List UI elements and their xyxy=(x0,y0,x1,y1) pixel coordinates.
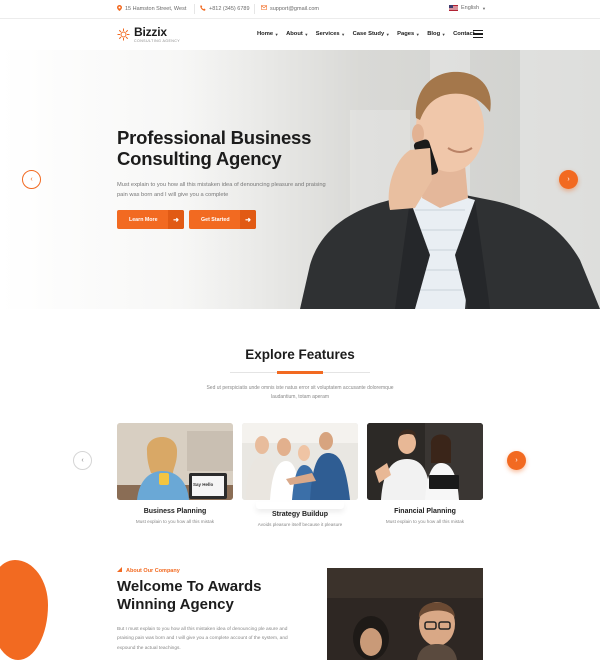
envelope-icon xyxy=(260,5,268,12)
chevron-down-icon: ▼ xyxy=(415,31,420,37)
arrow-right-icon: ➜ xyxy=(168,210,184,229)
feature-card-title[interactable]: Financial Planning xyxy=(367,508,483,515)
features-subtitle: Sed ut perspiciatis unde omnis iste natu… xyxy=(206,385,394,400)
menu-icon[interactable] xyxy=(473,30,483,38)
chevron-down-icon: ▼ xyxy=(304,31,309,37)
business-planning-photo xyxy=(117,423,233,500)
hero-prev-button[interactable]: ‹ xyxy=(22,170,41,189)
learn-more-button[interactable]: Learn More ➜ xyxy=(117,210,184,229)
decorative-blob xyxy=(0,560,48,660)
email-text: support@gmail.com xyxy=(270,5,319,12)
nav-item-pages[interactable]: Pages ▼ xyxy=(397,31,420,37)
financial-planning-photo xyxy=(367,423,483,500)
top-bar: 15 Hamston Street, West +812 (345) 6789 … xyxy=(0,0,600,19)
features-title-underline xyxy=(230,371,370,374)
main-nav: Home ▼ About ▼ Services ▼ Case Study ▼ Pages… xyxy=(257,31,482,37)
team-photo xyxy=(327,568,483,660)
button-label: Learn More xyxy=(129,216,158,223)
nav-label: Case Study xyxy=(352,31,385,37)
us-flag-icon xyxy=(449,5,458,11)
chevron-left-icon: ‹ xyxy=(81,457,84,464)
phone-info[interactable]: +812 (345) 6789 xyxy=(200,5,250,13)
feature-card-text: Must explain to you how all this mistak xyxy=(385,519,465,524)
brand-name[interactable]: Bizzix xyxy=(134,25,167,39)
nav-item-contact[interactable]: Contact xyxy=(453,31,475,37)
strategy-buildup-photo xyxy=(242,423,358,500)
feature-card-title[interactable]: Business Planning xyxy=(117,508,233,515)
language-selector[interactable]: English ▼ xyxy=(449,5,486,11)
say-hello-badge: Say Hello xyxy=(193,482,214,487)
chevron-right-icon: › xyxy=(515,457,518,464)
hero-description: Must explain to you how all this mistake… xyxy=(117,182,326,198)
chevron-down-icon: ▼ xyxy=(341,31,346,37)
features-title: Explore Features xyxy=(245,347,355,362)
button-label: Get Started xyxy=(201,216,230,223)
chevron-down-icon: ▼ xyxy=(274,31,279,37)
feature-card-title[interactable]: Strategy Buildup xyxy=(242,511,358,518)
nav-label: Pages xyxy=(397,31,415,37)
nav-item-case-study[interactable]: Case Study ▼ xyxy=(353,31,390,37)
about-description: But I must explain to you how all this m… xyxy=(117,627,288,651)
hero-title: Professional Business Consulting Agency xyxy=(117,127,357,169)
features-prev-button[interactable]: ‹ xyxy=(73,451,92,470)
nav-item-services[interactable]: Services ▼ xyxy=(316,31,345,37)
phone-icon xyxy=(200,5,206,13)
hero-title-line1: Professional Business xyxy=(117,127,312,148)
main-header: Bizzix CONSULTING AGENCY Home ▼ About ▼ Se… xyxy=(0,19,600,50)
chevron-down-icon: ▼ xyxy=(385,31,390,37)
email-info[interactable]: support@gmail.com xyxy=(260,5,319,12)
nav-item-home[interactable]: Home ▼ xyxy=(257,31,279,37)
nav-label: About xyxy=(286,31,303,37)
features-next-button[interactable]: › xyxy=(507,451,526,470)
feature-card-image[interactable] xyxy=(367,423,483,500)
hero-next-button[interactable]: › xyxy=(559,170,578,189)
address-info: 15 Hamston Street, West xyxy=(117,5,186,13)
about-photo xyxy=(327,568,483,660)
chevron-left-icon: ‹ xyxy=(30,176,33,183)
nav-item-blog[interactable]: Blog ▼ xyxy=(427,31,445,37)
feature-card-text: Avoids pleasure itself because it pleasu… xyxy=(257,522,343,527)
feature-card-image[interactable] xyxy=(242,423,358,500)
chevron-down-icon: ▼ xyxy=(441,31,446,37)
about-title-line2: Winning Agency xyxy=(117,596,234,613)
nav-label: Contact xyxy=(453,31,475,37)
hero-businessman-image xyxy=(300,71,600,309)
about-kicker: About Our Company xyxy=(117,567,180,574)
phone-text: +812 (345) 6789 xyxy=(209,6,250,12)
nav-label: Services xyxy=(315,31,340,37)
chevron-right-icon: › xyxy=(567,176,570,183)
map-pin-icon xyxy=(117,5,122,13)
feature-card-image[interactable]: Say Hello xyxy=(117,423,233,500)
arrow-right-icon: ➜ xyxy=(240,210,256,229)
feature-card-text: Must explain to you how all this mistak xyxy=(135,519,215,524)
about-title: Welcome To Awards Winning Agency xyxy=(117,578,317,614)
chevron-down-icon: ▼ xyxy=(482,5,487,11)
hero-title-line2: Consulting Agency xyxy=(117,148,282,169)
brand-tagline: CONSULTING AGENCY xyxy=(134,38,181,43)
triangle-icon xyxy=(117,567,122,574)
nav-label: Home xyxy=(257,31,274,37)
about-kicker-text: About Our Company xyxy=(126,567,180,574)
address-text: 15 Hamston Street, West xyxy=(125,6,187,12)
nav-label: Blog xyxy=(427,31,441,37)
nav-item-about[interactable]: About ▼ xyxy=(286,31,308,37)
language-label: English xyxy=(461,5,480,11)
logo-icon[interactable] xyxy=(117,28,130,41)
hero-section: Professional Business Consulting Agency … xyxy=(0,50,600,309)
get-started-button[interactable]: Get Started ➜ xyxy=(189,210,256,229)
about-title-line1: Welcome To Awards xyxy=(117,578,262,595)
active-card-shadow xyxy=(256,502,344,509)
